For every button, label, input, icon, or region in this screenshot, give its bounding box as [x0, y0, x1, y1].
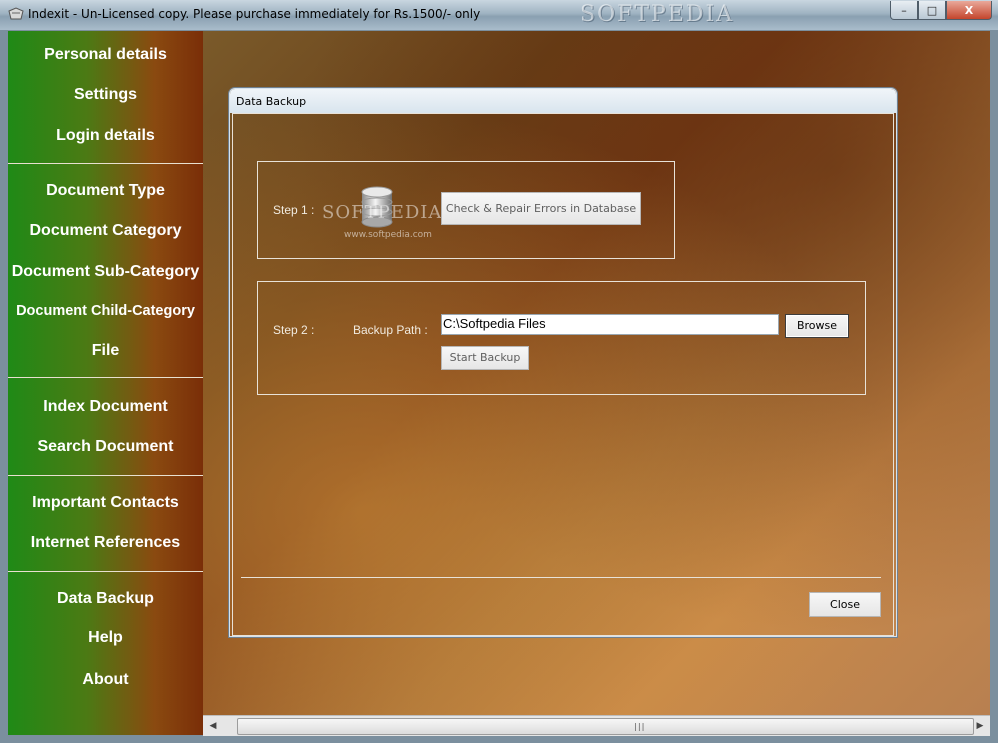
- scrollbar-thumb[interactable]: |||: [237, 718, 974, 735]
- softpedia-watermark: SOFTPEDIA: [322, 202, 443, 223]
- backup-path-input[interactable]: C:\Softpedia Files: [441, 314, 779, 335]
- dialog-body: Step 1 : SOFTPEDIA www.softpedia.com Che…: [232, 113, 894, 636]
- nav-document-category[interactable]: Document Category: [8, 222, 203, 240]
- window-controls: – □ X: [890, 1, 992, 20]
- maximize-button[interactable]: □: [918, 1, 946, 20]
- horizontal-scrollbar[interactable]: ◀ ||| ▶: [203, 715, 990, 736]
- dialog-divider: [241, 577, 881, 578]
- nav-divider: [8, 571, 203, 572]
- step1-label: Step 1 :: [273, 203, 315, 217]
- nav-settings[interactable]: Settings: [8, 86, 203, 104]
- nav-divider: [8, 475, 203, 476]
- step2-group: Step 2 : Backup Path : C:\Softpedia File…: [257, 281, 866, 395]
- nav-divider: [8, 377, 203, 378]
- nav-divider: [8, 163, 203, 164]
- nav-data-backup[interactable]: Data Backup: [8, 590, 203, 608]
- scroll-left-icon[interactable]: ◀: [205, 718, 221, 734]
- nav-document-sub-category[interactable]: Document Sub-Category: [8, 263, 203, 281]
- nav-document-child-category[interactable]: Document Child-Category: [8, 303, 203, 319]
- nav-personal-details[interactable]: Personal details: [8, 46, 203, 64]
- nav-document-type[interactable]: Document Type: [8, 182, 203, 200]
- backup-path-label: Backup Path :: [353, 323, 428, 337]
- nav-login-details[interactable]: Login details: [8, 127, 203, 145]
- data-backup-dialog: Data Backup Step 1 : SOFTPEDIA www.softp…: [229, 88, 897, 637]
- close-window-button[interactable]: X: [946, 1, 992, 20]
- app-icon: [8, 7, 24, 20]
- softpedia-watermark: SOFTPEDIA: [580, 2, 735, 27]
- close-dialog-button[interactable]: Close: [809, 592, 881, 617]
- nav-file[interactable]: File: [8, 342, 203, 360]
- scrollbar-grip: |||: [633, 722, 645, 731]
- nav-search-document[interactable]: Search Document: [8, 438, 203, 456]
- nav-internet-references[interactable]: Internet References: [8, 534, 203, 552]
- scroll-right-icon[interactable]: ▶: [972, 718, 988, 734]
- title-bar: Indexit - Un-Licensed copy. Please purch…: [0, 0, 998, 31]
- nav-index-document[interactable]: Index Document: [8, 398, 203, 416]
- dialog-title-bar: Data Backup: [230, 89, 896, 113]
- step1-group: Step 1 : SOFTPEDIA www.softpedia.com Che…: [257, 161, 675, 259]
- start-backup-button[interactable]: Start Backup: [441, 346, 529, 370]
- browse-button[interactable]: Browse: [785, 314, 849, 338]
- step2-label: Step 2 :: [273, 323, 315, 337]
- minimize-button[interactable]: –: [890, 1, 918, 20]
- window-title: Indexit - Un-Licensed copy. Please purch…: [28, 7, 481, 21]
- nav-about[interactable]: About: [8, 671, 203, 689]
- dialog-title: Data Backup: [236, 95, 307, 108]
- nav-help[interactable]: Help: [8, 629, 203, 647]
- sidebar-nav: Personal details Settings Login details …: [8, 31, 203, 735]
- softpedia-url: www.softpedia.com: [344, 230, 432, 240]
- check-repair-button[interactable]: Check & Repair Errors in Database: [441, 192, 641, 225]
- nav-important-contacts[interactable]: Important Contacts: [8, 494, 203, 512]
